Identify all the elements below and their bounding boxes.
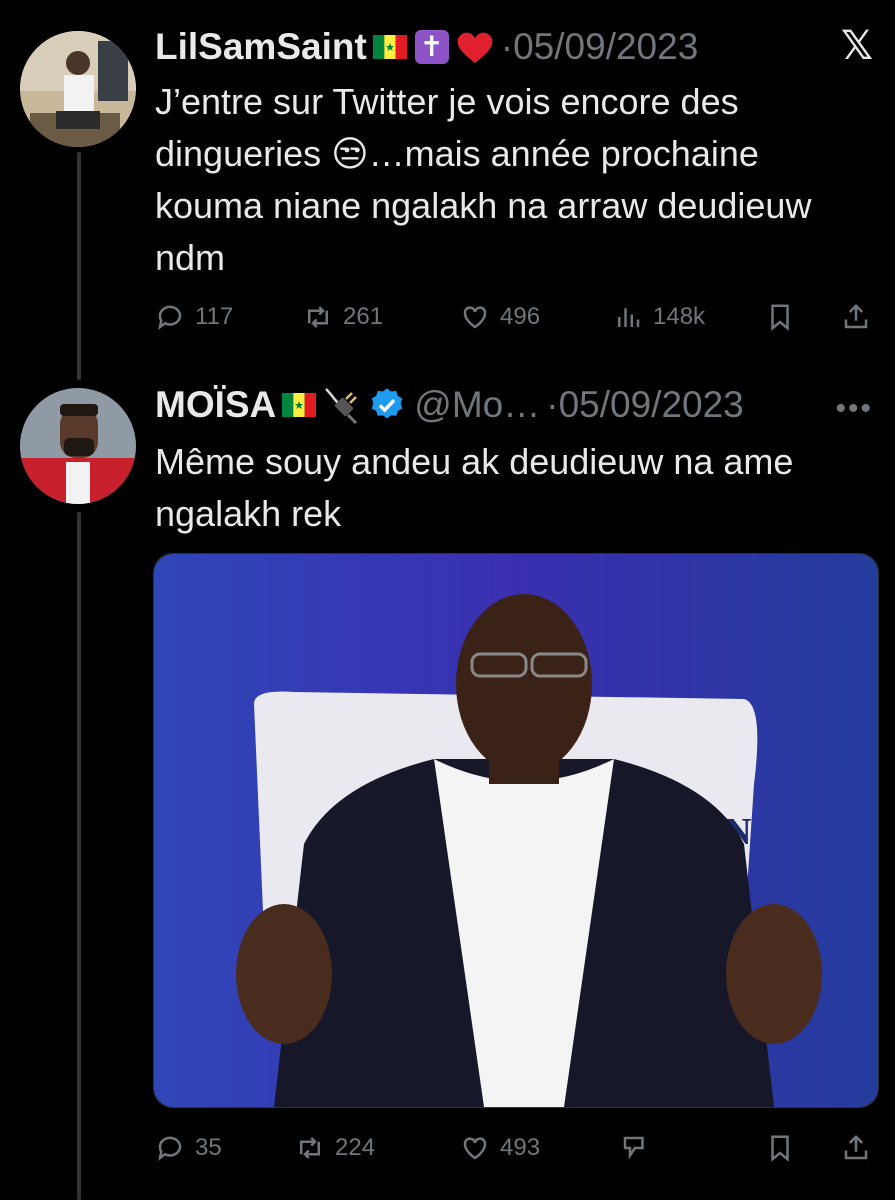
verified-badge-icon — [372, 388, 403, 419]
thread-line-top — [77, 152, 81, 380]
reply-button[interactable]: 35 — [155, 1128, 222, 1168]
share-button[interactable] — [841, 1128, 881, 1168]
avatar-moisa[interactable] — [20, 388, 136, 504]
retweet-icon — [308, 306, 328, 328]
grok-icon — [623, 1136, 644, 1160]
tweet-date[interactable]: 05/09/2023 — [559, 384, 744, 426]
bookmark-icon — [771, 304, 789, 331]
red-heart-icon — [457, 32, 493, 63]
user-handle[interactable]: @Mo… — [414, 384, 540, 426]
reply-count: 117 — [195, 303, 234, 330]
like-icon — [463, 1137, 487, 1160]
electric-plug-icon — [325, 388, 358, 425]
retweet-button[interactable]: 224 — [295, 1128, 375, 1168]
retweet-count: 261 — [343, 303, 384, 330]
reply-button[interactable]: 117 — [155, 297, 233, 337]
retweet-icon — [300, 1137, 320, 1159]
share-button[interactable] — [841, 297, 881, 337]
separator: · — [546, 384, 559, 425]
reply-icon — [158, 1136, 182, 1161]
share-icon — [844, 303, 868, 329]
reply-icon — [158, 305, 182, 330]
like-count: 493 — [500, 1134, 541, 1161]
thread-line-bottom — [77, 512, 81, 1200]
tweet-media-image[interactable]: TIN — [153, 553, 879, 1108]
display-name[interactable]: MOÏSA — [155, 384, 276, 426]
tweet-date[interactable]: 05/09/2023 — [513, 26, 698, 68]
like-button[interactable]: 493 — [460, 1128, 540, 1168]
tweet-text: J’entre sur Twitter je vois encore des d… — [155, 81, 812, 278]
views-icon — [618, 308, 640, 327]
senegal-flag-icon — [282, 393, 317, 417]
reply-count: 35 — [195, 1134, 222, 1161]
like-count: 496 — [500, 303, 541, 330]
bookmark-button[interactable] — [765, 297, 805, 337]
bookmark-icon — [771, 1135, 789, 1162]
tweet-actions-2: 35 224 493 — [155, 1128, 875, 1168]
like-icon — [463, 306, 487, 329]
retweet-count: 224 — [335, 1134, 376, 1161]
grok-button[interactable] — [620, 1128, 660, 1168]
more-options-icon[interactable]: ••• — [835, 392, 873, 426]
separator: · — [500, 26, 514, 67]
avatar-lilsamsaint[interactable] — [20, 31, 136, 147]
x-logo-icon[interactable]: 𝕏 — [839, 26, 875, 66]
view-count: 148k — [653, 303, 706, 330]
share-icon — [844, 1134, 868, 1160]
tweet-actions-1: 117 261 496 148k — [155, 297, 875, 337]
retweet-button[interactable]: 261 — [303, 297, 383, 337]
bookmark-button[interactable] — [765, 1128, 805, 1168]
tweet-header-2: MOÏSA @Mo… · 05/09/2023 — [155, 380, 744, 430]
tweet-text: Même souy andeu ak deudieuw na ame ngala… — [155, 441, 794, 534]
views-button[interactable]: 148k — [613, 297, 705, 337]
tweet-header-1: LilSamSaint ✝ · 05/09/2023 — [155, 22, 698, 72]
senegal-flag-icon — [372, 35, 407, 59]
like-button[interactable]: 496 — [460, 297, 540, 337]
latin-cross-icon: ✝ — [414, 30, 449, 64]
display-name[interactable]: LilSamSaint — [155, 26, 367, 68]
